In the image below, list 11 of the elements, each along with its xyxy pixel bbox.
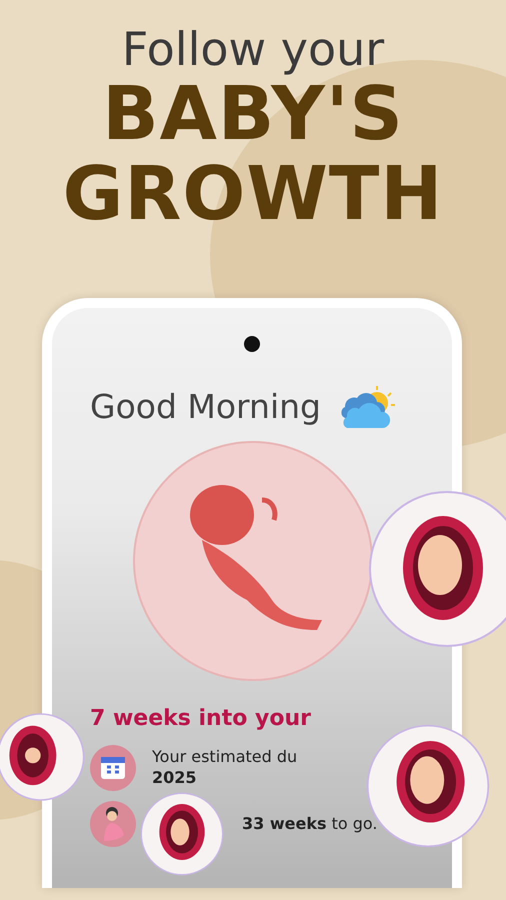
camera-dot bbox=[244, 336, 260, 352]
due-date-value: 2025 bbox=[152, 768, 198, 789]
weeks-left-text: 33 weeks to go. bbox=[242, 814, 378, 834]
pregnant-woman-icon bbox=[90, 800, 136, 847]
progress-title: 7 weeks into your bbox=[90, 704, 312, 733]
headline-text: BABY'S bbox=[101, 74, 405, 154]
headline-text: Follow your bbox=[120, 24, 386, 75]
due-date-label: Your estimated du bbox=[152, 747, 298, 768]
greeting-text: Good Morning bbox=[90, 386, 321, 428]
headline-text: GROWTH bbox=[62, 154, 444, 234]
calendar-icon bbox=[90, 744, 136, 791]
